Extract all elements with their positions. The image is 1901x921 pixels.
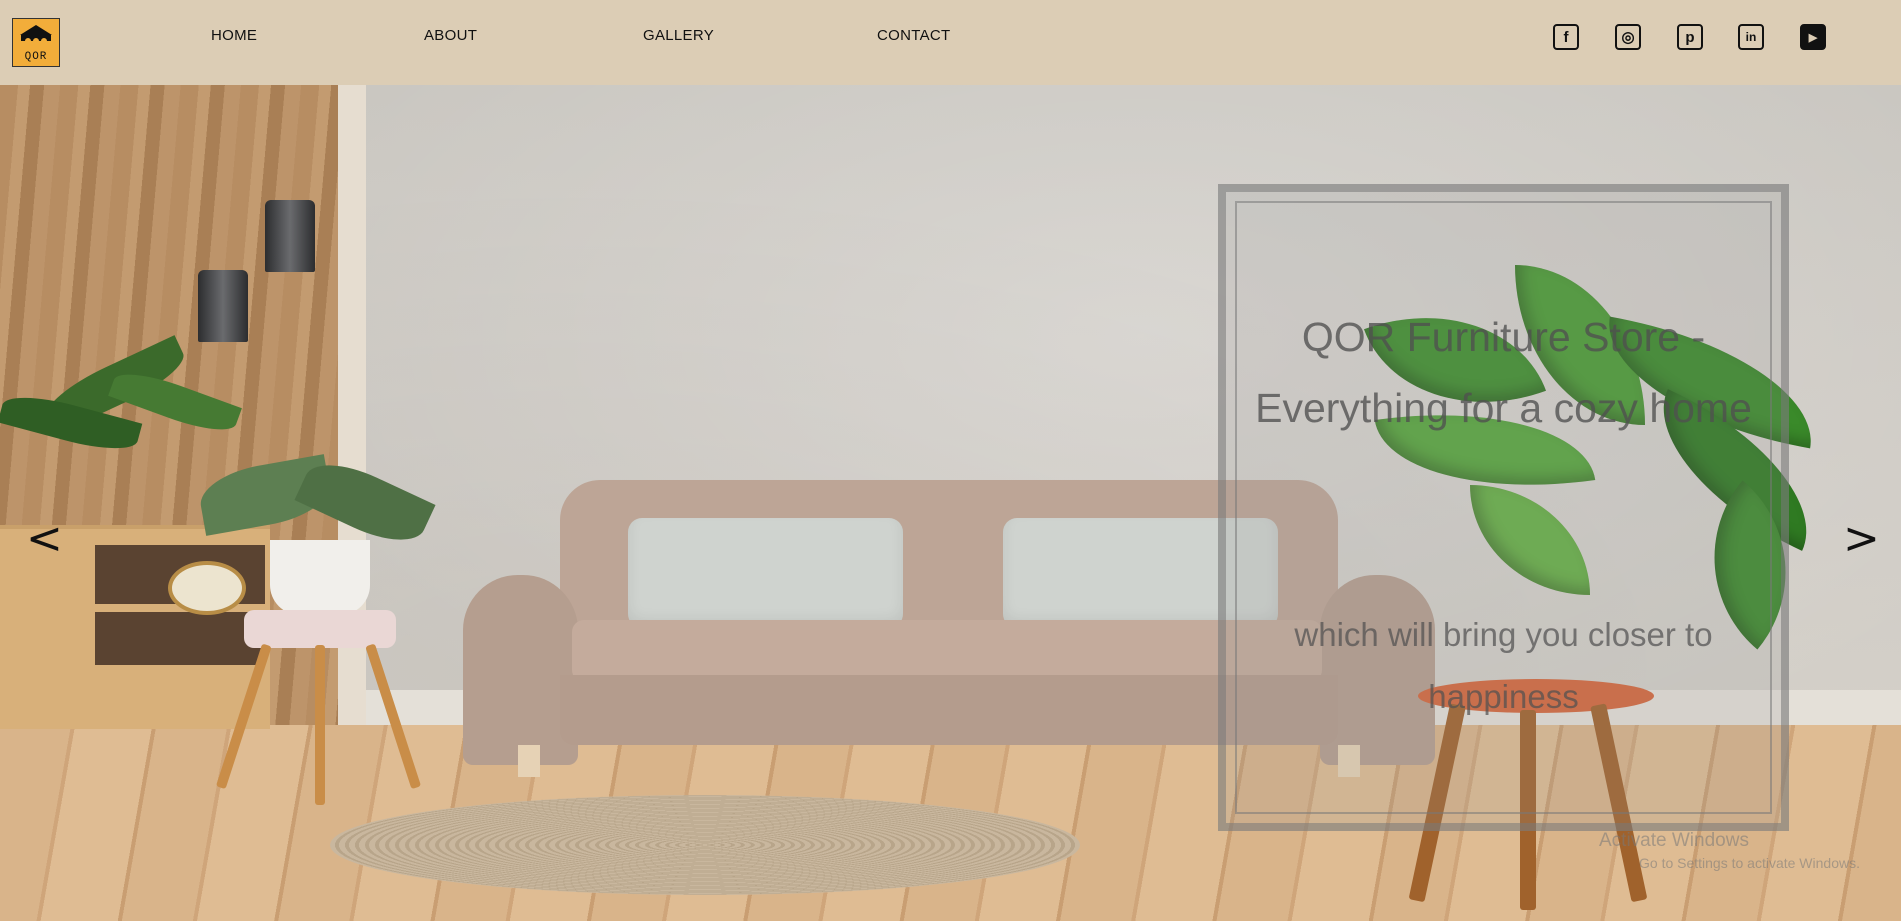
round-rug xyxy=(330,795,1080,895)
pendant-lamp xyxy=(265,200,315,272)
brand-logo[interactable]: QOR xyxy=(12,18,60,67)
activation-watermark-title: Activate Windows xyxy=(1599,830,1749,851)
stool-top xyxy=(244,610,396,648)
logo-roof-icon xyxy=(20,25,52,41)
facebook-icon[interactable]: f xyxy=(1553,24,1579,50)
hero-subtitle-line-1: which will bring you closer to xyxy=(1294,616,1713,653)
nav-about[interactable]: ABOUT xyxy=(424,27,477,44)
slider-next-button[interactable]: > xyxy=(1843,513,1880,564)
plant-pot xyxy=(270,540,370,615)
hero-title-line-2: Everything for a cozy home xyxy=(1255,385,1752,431)
pendant-lamp xyxy=(198,270,248,342)
nav-contact[interactable]: CONTACT xyxy=(877,27,950,44)
hero-text-panel: QOR Furniture Store - Everything for a c… xyxy=(1218,184,1789,831)
sofa-pillow xyxy=(628,518,903,628)
site-header: QOR HOME ABOUT GALLERY CONTACT f ◎ p in … xyxy=(0,0,1901,85)
logo-text: QOR xyxy=(24,51,48,63)
pinterest-icon[interactable]: p xyxy=(1677,24,1703,50)
slider-prev-button[interactable]: < xyxy=(26,513,63,564)
table-clock xyxy=(168,561,246,615)
activation-watermark-subtitle: Go to Settings to activate Windows. xyxy=(1639,855,1860,871)
nav-gallery[interactable]: GALLERY xyxy=(643,27,714,44)
youtube-icon[interactable]: ▶ xyxy=(1800,24,1826,50)
hero-subtitle: which will bring you closer to happiness xyxy=(1226,604,1781,728)
hero-subtitle-line-2: happiness xyxy=(1428,678,1579,715)
sofa-seat xyxy=(572,620,1322,682)
hero-title-line-1: QOR Furniture Store - xyxy=(1301,314,1706,360)
instagram-icon[interactable]: ◎ xyxy=(1615,24,1641,50)
hero-title: QOR Furniture Store - Everything for a c… xyxy=(1226,302,1781,444)
linkedin-icon[interactable]: in xyxy=(1738,24,1764,50)
nav-home[interactable]: HOME xyxy=(211,27,257,44)
